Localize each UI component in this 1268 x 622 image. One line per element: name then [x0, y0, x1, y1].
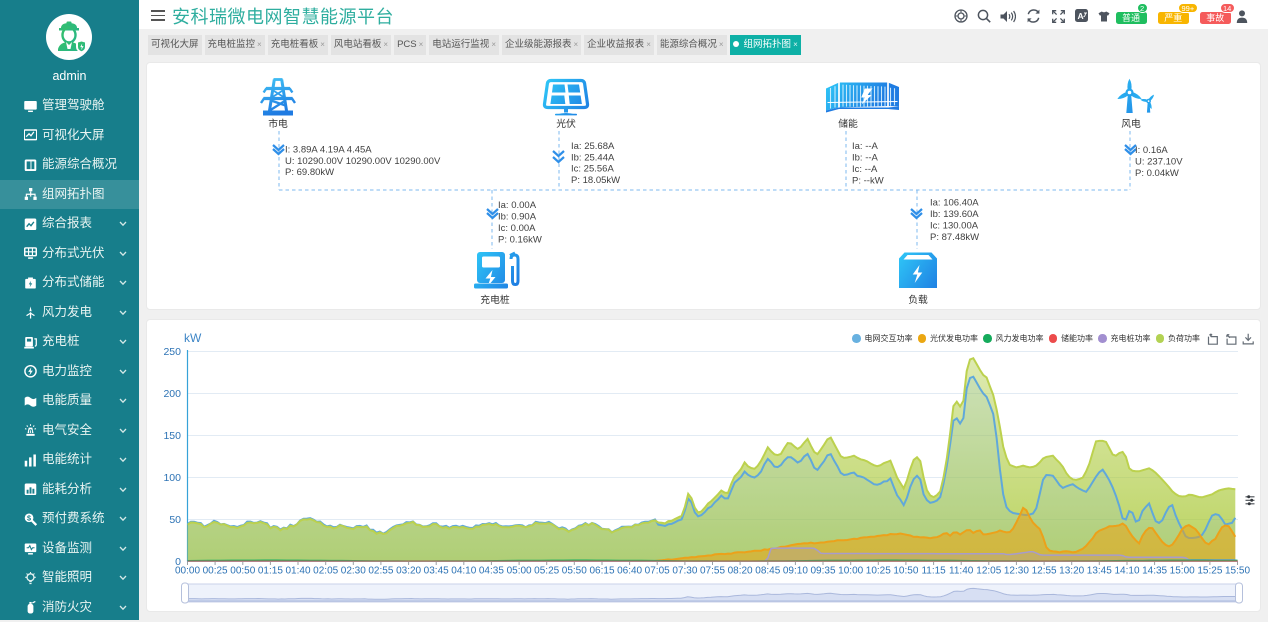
svg-text:100: 100 [163, 472, 181, 484]
svg-text:10:00: 10:00 [838, 566, 863, 577]
svg-text:10:50: 10:50 [893, 566, 918, 577]
svg-text:15:00: 15:00 [1170, 566, 1195, 577]
svg-text:12:55: 12:55 [1032, 566, 1057, 577]
svg-text:14:10: 14:10 [1114, 566, 1139, 577]
svg-text:00:25: 00:25 [203, 566, 228, 577]
svg-text:储能: 储能 [838, 117, 858, 130]
svg-text:03:20: 03:20 [396, 566, 421, 577]
svg-text:04:10: 04:10 [451, 566, 476, 577]
svg-text:04:35: 04:35 [479, 566, 504, 577]
svg-text:P: 18.05kW: P: 18.05kW [571, 175, 620, 186]
svg-text:06:15: 06:15 [589, 566, 614, 577]
svg-text:Ib: 139.60A: Ib: 139.60A [930, 209, 979, 220]
svg-text:负载: 负载 [908, 293, 928, 306]
svg-text:01:40: 01:40 [285, 566, 310, 577]
svg-text:02:05: 02:05 [313, 566, 338, 577]
svg-text:P: 87.48kW: P: 87.48kW [930, 232, 979, 243]
svg-text:充电桩: 充电桩 [480, 293, 510, 306]
svg-text:Ib: 0.90A: Ib: 0.90A [498, 212, 537, 223]
svg-text:Ia: 106.40A: Ia: 106.40A [930, 198, 979, 209]
svg-text:Ia: --A: Ia: --A [852, 141, 879, 152]
svg-text:03:45: 03:45 [424, 566, 449, 577]
svg-text:07:55: 07:55 [700, 566, 725, 577]
svg-text:07:30: 07:30 [672, 566, 697, 577]
svg-text:Ib: 25.44A: Ib: 25.44A [571, 152, 615, 163]
svg-text:08:20: 08:20 [728, 566, 753, 577]
svg-text:Ic: 130.00A: Ic: 130.00A [930, 221, 979, 232]
svg-text:Ic: 0.00A: Ic: 0.00A [498, 223, 536, 234]
svg-text:U: 237.10V: U: 237.10V [1135, 156, 1183, 167]
svg-text:07:05: 07:05 [645, 566, 670, 577]
svg-text:13:45: 13:45 [1087, 566, 1112, 577]
svg-text:09:35: 09:35 [810, 566, 835, 577]
svg-text:05:00: 05:00 [507, 566, 532, 577]
svg-text:02:55: 02:55 [368, 566, 393, 577]
svg-text:15:25: 15:25 [1197, 566, 1222, 577]
svg-text:kW: kW [184, 331, 202, 345]
svg-text:10:25: 10:25 [866, 566, 891, 577]
svg-text:光伏: 光伏 [556, 117, 576, 130]
svg-text:市电: 市电 [268, 117, 288, 130]
svg-text:P: 0.16kW: P: 0.16kW [498, 235, 542, 246]
svg-text:02:30: 02:30 [341, 566, 366, 577]
svg-text:12:30: 12:30 [1004, 566, 1029, 577]
svg-text:Ia: 25.68A: Ia: 25.68A [571, 141, 615, 152]
svg-text:13:20: 13:20 [1059, 566, 1084, 577]
svg-text:Ic: 25.56A: Ic: 25.56A [571, 164, 614, 175]
svg-text:Ic: --A: Ic: --A [852, 164, 878, 175]
svg-text:50: 50 [169, 514, 181, 526]
svg-text:Ia: 0.00A: Ia: 0.00A [498, 200, 537, 211]
svg-text:I: 3.89A 4.19A 4.45A: I: 3.89A 4.19A 4.45A [285, 145, 372, 156]
svg-text:200: 200 [163, 388, 181, 400]
svg-text:00:00: 00:00 [175, 566, 200, 577]
svg-text:11:15: 11:15 [921, 566, 946, 577]
svg-text:P: 0.04kW: P: 0.04kW [1135, 168, 1179, 179]
svg-text:风电: 风电 [1121, 117, 1141, 130]
svg-text:08:45: 08:45 [755, 566, 780, 577]
svg-text:250: 250 [163, 346, 181, 358]
svg-text:U: 10290.00V 10290.00V 10290.0: U: 10290.00V 10290.00V 10290.00V [285, 156, 441, 167]
svg-text:05:25: 05:25 [534, 566, 559, 577]
svg-text:01:15: 01:15 [258, 566, 283, 577]
svg-text:A: A [1077, 11, 1083, 21]
svg-text:I: 0.16A: I: 0.16A [1135, 145, 1168, 156]
svg-text:12:05: 12:05 [976, 566, 1001, 577]
svg-text:06:40: 06:40 [617, 566, 642, 577]
svg-text:09:10: 09:10 [783, 566, 808, 577]
svg-text:11:40: 11:40 [949, 566, 974, 577]
svg-text:14:35: 14:35 [1142, 566, 1167, 577]
svg-text:P: 69.80kW: P: 69.80kW [285, 167, 334, 178]
svg-text:00:50: 00:50 [230, 566, 255, 577]
svg-text:P: --kW: P: --kW [852, 176, 884, 187]
svg-text:05:50: 05:50 [562, 566, 587, 577]
svg-text:150: 150 [163, 430, 181, 442]
svg-text:$: $ [27, 513, 31, 522]
svg-text:15:50: 15:50 [1225, 566, 1250, 577]
svg-text:Ib: --A: Ib: --A [852, 153, 879, 164]
